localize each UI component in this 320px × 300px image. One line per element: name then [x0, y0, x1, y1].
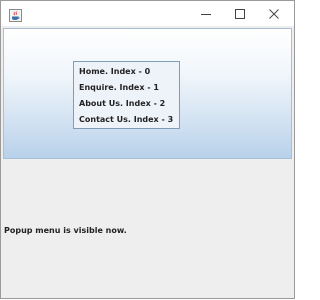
- close-icon: [269, 4, 279, 23]
- title-bar: [1, 1, 294, 26]
- minimize-icon: [201, 4, 211, 23]
- gradient-panel[interactable]: Home. Index - 0 Enquire. Index - 1 About…: [3, 28, 292, 159]
- maximize-button[interactable]: [223, 1, 257, 26]
- menu-item-contact-us[interactable]: Contact Us. Index - 3: [74, 112, 179, 128]
- java-app-icon[interactable]: [9, 7, 22, 22]
- close-button[interactable]: [257, 1, 291, 26]
- status-label: Popup menu is visible now.: [4, 226, 127, 235]
- content-pane: Home. Index - 0 Enquire. Index - 1 About…: [1, 26, 294, 298]
- minimize-button[interactable]: [189, 1, 223, 26]
- menu-item-enquire[interactable]: Enquire. Index - 1: [74, 80, 179, 96]
- menu-item-home[interactable]: Home. Index - 0: [74, 64, 179, 80]
- menu-item-about-us[interactable]: About Us. Index - 2: [74, 96, 179, 112]
- app-window: Home. Index - 0 Enquire. Index - 1 About…: [0, 0, 295, 299]
- maximize-icon: [235, 4, 245, 23]
- popup-menu: Home. Index - 0 Enquire. Index - 1 About…: [73, 61, 180, 129]
